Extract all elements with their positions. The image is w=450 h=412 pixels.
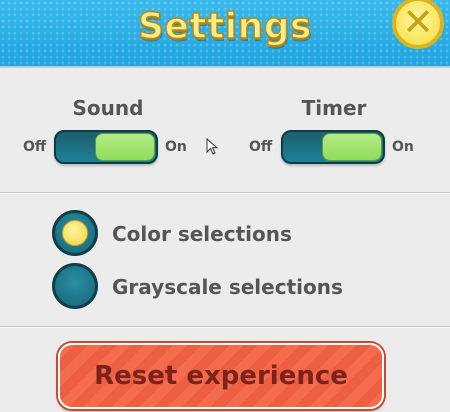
header-bar: Settings ✕	[0, 0, 450, 68]
sound-label: Sound	[72, 96, 144, 120]
reset-experience-button[interactable]: Reset experience	[58, 343, 384, 409]
sound-off-label: Off	[23, 139, 47, 155]
color-selections-radio[interactable]	[52, 210, 98, 256]
sound-toggle[interactable]	[54, 130, 158, 164]
grayscale-selections-radio[interactable]	[52, 263, 98, 309]
timer-toggle[interactable]	[281, 130, 385, 164]
sound-on-label: On	[165, 139, 187, 155]
mouse-pointer-icon	[206, 138, 219, 155]
color-selections-label[interactable]: Color selections	[112, 222, 292, 246]
radio-selected-dot	[62, 220, 88, 246]
timer-toggle-knob	[322, 133, 382, 161]
page-title: Settings	[137, 5, 312, 48]
divider	[0, 326, 450, 328]
timer-off-label: Off	[249, 139, 273, 155]
divider	[0, 192, 450, 194]
close-x-icon: ✕	[402, 0, 434, 44]
timer-label: Timer	[301, 96, 367, 120]
grayscale-selections-label[interactable]: Grayscale selections	[112, 275, 343, 299]
reset-button-label: Reset experience	[94, 361, 348, 391]
sound-toggle-knob	[95, 133, 155, 161]
timer-on-label: On	[392, 139, 414, 155]
